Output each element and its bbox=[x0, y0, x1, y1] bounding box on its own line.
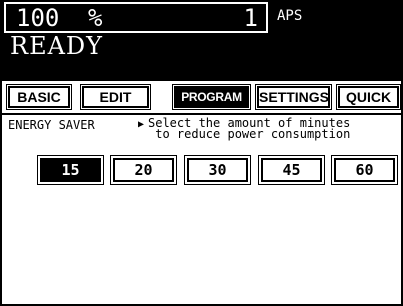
copy-count: 1 bbox=[243, 4, 258, 32]
arrow-right-icon: ▶ bbox=[138, 119, 145, 130]
minutes-20-button[interactable]: 20 bbox=[110, 155, 177, 185]
tab-program[interactable]: PROGRAM bbox=[172, 84, 251, 110]
tab-settings[interactable]: SETTINGS bbox=[255, 84, 332, 110]
tab-edit[interactable]: EDIT bbox=[80, 84, 151, 110]
zoom-count-box: 100 % 1 bbox=[4, 2, 268, 33]
status-bar: 100 % 1 APS READY bbox=[2, 0, 401, 81]
tab-quick[interactable]: QUICK bbox=[336, 84, 401, 110]
minutes-15-button[interactable]: 15 bbox=[37, 155, 104, 185]
minutes-60-button[interactable]: 60 bbox=[331, 155, 398, 185]
tab-bar: BASIC EDIT PROGRAM SETTINGS QUICK bbox=[2, 84, 401, 110]
tab-divider bbox=[2, 113, 401, 115]
paper-mode-indicator: APS bbox=[277, 8, 303, 24]
status-message: READY bbox=[10, 32, 104, 60]
function-label: ENERGY SAVER bbox=[8, 118, 95, 132]
zoom-value: 100 bbox=[16, 4, 60, 32]
tab-basic[interactable]: BASIC bbox=[6, 84, 72, 110]
instruction-text: Select the amount of minutes to reduce p… bbox=[148, 116, 351, 141]
minutes-45-button[interactable]: 45 bbox=[258, 155, 325, 185]
zoom-unit: % bbox=[88, 4, 103, 32]
copier-panel: 100 % 1 APS READY BASIC EDIT PROGRAM SET… bbox=[0, 0, 403, 306]
minutes-30-button[interactable]: 30 bbox=[184, 155, 251, 185]
